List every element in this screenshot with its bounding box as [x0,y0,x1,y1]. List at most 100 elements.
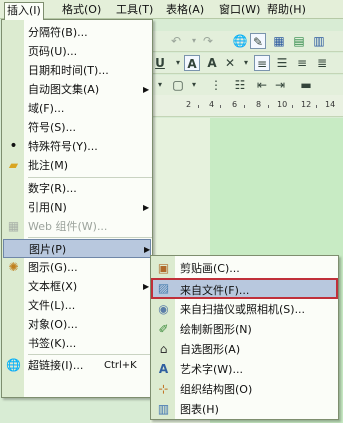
menu-item-symbol[interactable]: 符号(S)... [2,118,152,137]
menu-window[interactable]: 窗口(W) [217,2,262,18]
border-icon[interactable]: ▢ [170,77,186,93]
ruler-mark [268,105,269,108]
menu-item-label: 域(F)... [28,102,65,115]
submenu-item-label: 绘制新图形(N) [180,323,252,336]
org-chart-icon: ⊹ [158,382,169,396]
menu-item-date-time[interactable]: 日期和时间(T)... [2,61,152,80]
submenu-item-chart[interactable]: ▥ 图表(H) [151,399,338,420]
char-shading-icon[interactable]: A [204,55,220,71]
ruler-mark [198,105,199,108]
menu-help[interactable]: 帮助(H) [265,2,308,18]
submenu-item-label: 来自扫描仪或照相机(S)... [180,303,306,316]
submenu-arrow-icon: ▶ [143,282,150,291]
submenu-item-wordart[interactable]: A 艺术字(W)... [151,359,338,380]
menu-item-autotext[interactable]: 自动图文集(A) ▶ [2,80,152,99]
ruler-mark [244,105,245,108]
submenu-item-autoshape[interactable]: ⌂ 自选图形(A) [151,339,338,360]
submenu-item-clipart[interactable]: ▣ 剪贴画(C)... [151,258,338,279]
chevron-down-icon[interactable]: ▾ [186,77,202,93]
justify-icon[interactable]: ≣ [314,55,330,71]
menu-item-label: 日期和时间(T)... [28,64,109,77]
menu-item-bookmark[interactable]: 书签(K)... [2,334,152,353]
menu-tools[interactable]: 工具(T) [114,2,155,18]
menu-item-hyperlink[interactable]: 🌐 超链接(I)... Ctrl+K [2,356,152,375]
excel-icon[interactable]: ▤ [291,33,307,49]
menu-item-label: 页码(U)... [28,45,78,58]
drawing-toolbar: ▾ ▢ ▾ ⋮ ☷ ⇤ ⇥ ▬ [150,75,343,96]
submenu-item-label: 组织结构图(O) [180,383,253,396]
submenu-item-org-chart[interactable]: ⊹ 组织结构图(O) [151,379,338,400]
chart-icon: ▥ [157,402,170,416]
menu-item-label: 图示(G)... [28,261,78,274]
menu-item-label: 对象(O)... [28,318,78,331]
menu-separator [28,354,152,355]
comment-folder-icon: ▰ [8,158,19,172]
menu-item-label: 特殊符号(Y)... [28,140,98,153]
menu-item-diagram[interactable]: ✺ 图示(G)... [2,258,152,277]
align-center-icon[interactable]: ☰ [274,55,290,71]
menu-item-label: 书签(K)... [28,337,77,350]
menu-item-label: 文件(L)... [28,299,76,312]
highlight-icon[interactable]: ▬ [298,77,314,93]
numbering-icon[interactable]: ⋮ [208,77,224,93]
web-component-icon: ▦ [7,219,20,233]
decrease-indent-icon[interactable]: ⇤ [254,77,270,93]
char-border-icon[interactable]: A [184,55,200,71]
submenu-arrow-icon: ▶ [143,85,150,94]
menu-format[interactable]: 格式(O) [60,2,103,18]
menubar: 插入(I) 格式(O) 工具(T) 表格(A) 窗口(W) 帮助(H) [0,0,343,20]
undo-icon[interactable]: ↶ [168,33,184,49]
text-direction-icon[interactable]: ✕ [222,55,238,71]
redo-icon[interactable]: ↷ [200,33,216,49]
menu-item-file[interactable]: 文件(L)... [2,296,152,315]
format-painter-icon[interactable]: ✎ [250,33,266,49]
standard-toolbar: ↶ ▾ ↷ 🌐 ✎ ▦ ▤ ▥ [150,31,343,52]
chevron-down-icon[interactable]: ▾ [152,77,168,93]
menu-item-textbox[interactable]: 文本框(X) ▶ [2,277,152,296]
submenu-item-label: 自选图形(A) [180,343,241,356]
submenu-arrow-icon: ▶ [143,203,150,212]
submenu-item-scanner-camera[interactable]: ◉ 来自扫描仪或照相机(S)... [151,299,338,320]
submenu-item-label: 图表(H) [180,403,219,416]
ruler-tick: 8 [256,100,262,109]
underline-button[interactable]: U [152,55,168,71]
bullet-icon: • [9,138,18,154]
menu-item-label: 超链接(I)... [28,359,84,372]
increase-indent-icon[interactable]: ⇥ [272,77,288,93]
menu-item-label: 数字(R)... [28,182,77,195]
align-right-icon[interactable]: ≡ [294,55,310,71]
ruler-tick: 2 [186,100,192,109]
clipart-icon: ▣ [157,261,170,275]
menu-item-page-numbers[interactable]: 页码(U)... [2,42,152,61]
menu-item-break[interactable]: 分隔符(B)... [2,23,152,42]
menu-item-special-symbol[interactable]: • 特殊符号(Y)... [2,137,152,156]
hyperlink-icon[interactable]: 🌐 [232,33,248,49]
menu-item-web-component: ▦ Web 组件(W)... [2,217,152,236]
align-left-icon[interactable]: ≡ [254,55,270,71]
menu-item-label: 符号(S)... [28,121,77,134]
autoshape-icon: ⌂ [159,342,168,356]
columns-icon[interactable]: ▥ [311,33,327,49]
bullets-icon[interactable]: ☷ [232,77,248,93]
table-icon[interactable]: ▦ [271,33,287,49]
submenu-item-label: 艺术字(W)... [180,363,243,376]
menu-item-reference[interactable]: 引用(N) ▶ [2,198,152,217]
menu-separator [28,177,152,178]
submenu-item-new-drawing[interactable]: ✐ 绘制新图形(N) [151,319,338,340]
ruler-tick: 6 [232,100,238,109]
menu-item-field[interactable]: 域(F)... [2,99,152,118]
menu-item-picture[interactable]: 图片(P) ▶ [3,239,151,258]
menu-item-comment[interactable]: ▰ 批注(M) [2,156,152,175]
ruler-mark [316,105,317,108]
picture-submenu: ▣ 剪贴画(C)... ▨ 来自文件(F)... ◉ 来自扫描仪或照相机(S).… [150,255,339,420]
menu-insert[interactable]: 插入(I) [4,2,44,20]
ruler-tick: 10 [277,100,288,109]
menu-table[interactable]: 表格(A) [164,2,206,18]
menu-item-number[interactable]: 数字(R)... [2,179,152,198]
menu-item-object[interactable]: 对象(O)... [2,315,152,334]
ruler-mark [292,105,293,108]
ruler-mark [220,105,221,108]
chevron-down-icon[interactable]: ▾ [238,55,254,71]
submenu-item-from-file[interactable]: ▨ 来自文件(F)... [151,278,338,299]
hyperlink-globe-icon: 🌐 [6,358,21,372]
